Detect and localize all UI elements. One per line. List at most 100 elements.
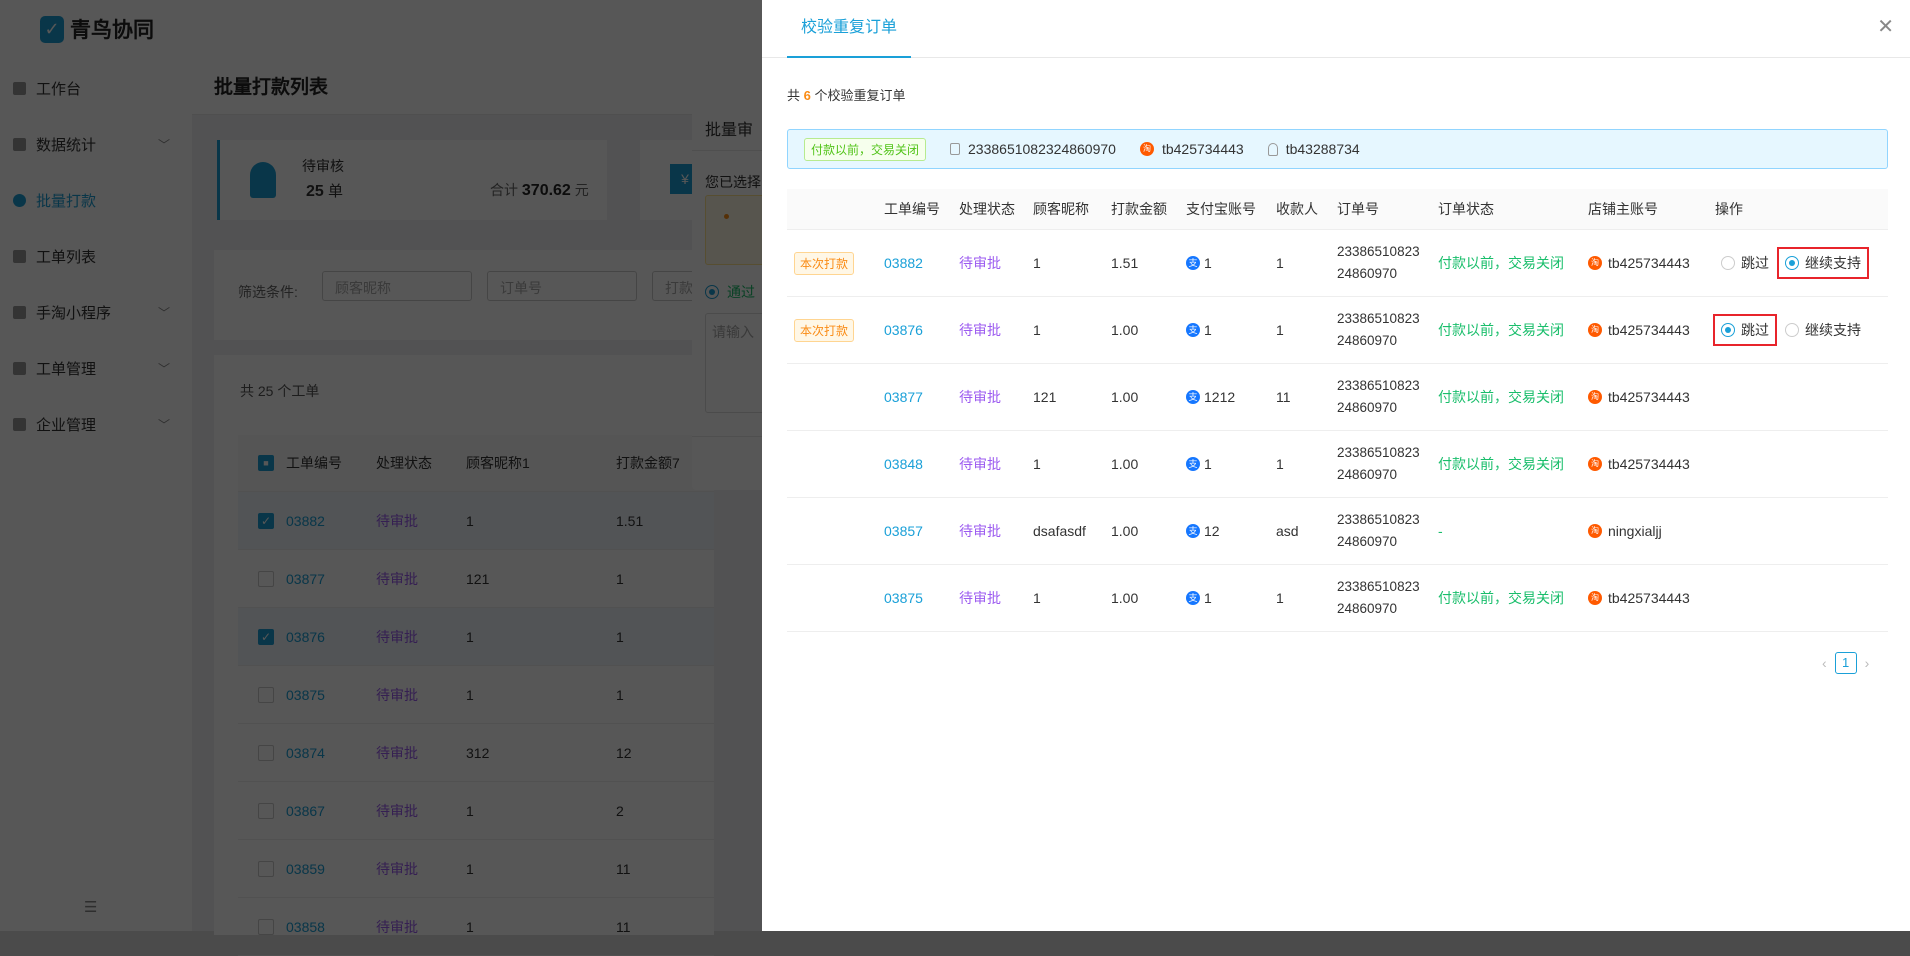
cell-amount: 11	[616, 860, 631, 877]
row-checkbox[interactable]: ✓	[258, 628, 274, 645]
cell-id[interactable]: 03875	[286, 687, 376, 703]
row-checkbox[interactable]: ✓	[258, 512, 274, 529]
cell-id[interactable]: 03858	[286, 919, 376, 935]
sidebar-item[interactable]: 企业管理 ﹀	[0, 404, 192, 444]
cell-nick: 121	[466, 570, 490, 587]
row-checkbox[interactable]	[258, 918, 274, 935]
shop-account: 淘 tb425734443	[1588, 431, 1690, 497]
table-row[interactable]: 03867 待审批 1 2	[238, 782, 714, 840]
work-order-id-text[interactable]: 03857	[884, 523, 923, 539]
payment-amount: 1.00	[1111, 498, 1138, 564]
approve-radio[interactable]: 通过	[705, 282, 755, 302]
row-checkbox[interactable]	[258, 686, 274, 703]
nickname-input[interactable]: 顾客昵称	[322, 271, 472, 301]
table-row[interactable]: 03875 待审批 1 1	[238, 666, 714, 724]
table-row[interactable]: ✓ 03882 待审批 1 1.51	[238, 492, 714, 550]
chevron-down-icon: ﹀	[157, 361, 170, 376]
order-number: 2338651082324860970	[1337, 297, 1427, 363]
cell-status: 待审批	[376, 744, 418, 761]
page-1-button[interactable]: 1	[1834, 652, 1857, 674]
work-order-id: 03857	[884, 498, 923, 564]
sidebar-item-label: 数据统计	[36, 136, 97, 154]
order-status: 付款以前，交易关闭	[1438, 297, 1564, 363]
skip-radio[interactable]: 跳过	[1713, 314, 1777, 346]
skip-radio[interactable]: 跳过	[1715, 249, 1775, 277]
order-number-text: 2338651082324860970	[1337, 244, 1420, 281]
menu-icon	[13, 137, 26, 151]
table-row: 本次打款 03876 待审批 1 1.00 支 1 1 2338651082324860970 付…	[787, 297, 1888, 364]
sidebar-item[interactable]: 工单列表	[0, 236, 192, 276]
table-row: 03875 待审批 1 1.00 支 1 1 2338651082324860970 付款以前，…	[787, 565, 1888, 632]
tag-cell: 本次打款	[794, 230, 855, 296]
next-page-button[interactable]: ›	[1865, 655, 1870, 671]
order-number-text: 2338651082324860970	[1337, 579, 1420, 616]
table-row[interactable]: 03858 待审批 1 11	[238, 898, 714, 956]
work-order-id-text[interactable]: 03882	[884, 255, 923, 271]
cell-amount: 1.51	[616, 512, 644, 529]
cell-id[interactable]: 03859	[286, 861, 376, 877]
table-row[interactable]: 03877 待审批 121 1	[238, 550, 714, 608]
menu-icon	[13, 249, 26, 263]
table-row[interactable]: ✓ 03876 待审批 1 1	[238, 608, 714, 666]
actions: 跳过 继续支持	[1713, 297, 1871, 363]
process-status: 待审批	[959, 297, 1001, 363]
user-clock-icon	[250, 162, 276, 198]
payment-amount: 1.00	[1111, 297, 1138, 363]
pending-review-card[interactable]: 待审核 25 单 合计 370.62 元	[217, 140, 607, 220]
cell-id[interactable]: 03877	[286, 571, 376, 587]
order-status-text: 付款以前，交易关闭	[1438, 389, 1564, 405]
calendar-icon	[950, 143, 961, 155]
row-checkbox[interactable]	[258, 860, 274, 877]
cell-amount: 2	[616, 802, 624, 819]
continue-radio[interactable]: 继续支持	[1777, 247, 1869, 279]
sidebar-item[interactable]: 工作台	[0, 68, 192, 108]
close-icon[interactable]: ✕	[1877, 14, 1894, 39]
taobao-icon: 淘	[1139, 142, 1154, 156]
work-order-id-text[interactable]: 03877	[884, 389, 923, 405]
cell-id[interactable]: 03867	[286, 803, 376, 819]
cell-status: 待审批	[376, 570, 418, 587]
table-row[interactable]: 03859 待审批 1 11	[238, 840, 714, 898]
cell-id[interactable]: 03876	[286, 629, 376, 645]
paid-card[interactable]: ¥	[640, 140, 700, 220]
sidebar-item[interactable]: 手淘小程序 ﹀	[0, 292, 192, 332]
row-checkbox[interactable]	[258, 744, 274, 761]
continue-radio[interactable]: 继续支持	[1779, 316, 1867, 344]
buyer-account: tb43288734	[1285, 141, 1360, 157]
cell-id[interactable]: 03874	[286, 745, 376, 761]
order-status-text: -	[1438, 523, 1443, 539]
work-order-id: 03848	[884, 431, 923, 497]
sidebar-item[interactable]: 批量打款	[0, 180, 192, 220]
shop-account: 淘 tb425734443	[1588, 565, 1690, 631]
payee: 1	[1276, 297, 1284, 363]
prev-page-button[interactable]: ‹	[1822, 655, 1827, 671]
column-header: 顾客昵称1	[466, 455, 530, 471]
row-checkbox[interactable]	[258, 802, 274, 819]
table-row[interactable]: 03874 待审批 312 12	[238, 724, 714, 782]
order-no-input[interactable]: 订单号	[487, 271, 637, 301]
row-checkbox[interactable]	[258, 570, 274, 587]
payee-text: 1	[1276, 322, 1284, 338]
work-order-id-text[interactable]: 03848	[884, 456, 923, 472]
column-header: 打款金额7	[616, 455, 680, 471]
collapse-menu-icon[interactable]: ☰	[84, 898, 97, 916]
select-all-checkbox[interactable]: ■	[258, 455, 274, 471]
process-status-text: 待审批	[959, 255, 1001, 271]
this-payment-tag: 本次打款	[794, 318, 855, 342]
sidebar-item[interactable]: 数据统计 ﹀	[0, 124, 192, 164]
cell-id[interactable]: 03882	[286, 513, 376, 529]
sidebar-item[interactable]: 工单管理 ﹀	[0, 348, 192, 388]
payee: 11	[1276, 364, 1291, 430]
column-header: 订单状态	[1438, 201, 1494, 217]
work-order-id: 03877	[884, 364, 923, 430]
cell-status: 待审批	[376, 918, 418, 935]
process-status: 待审批	[959, 498, 1001, 564]
tab-duplicate-orders[interactable]: 校验重复订单	[787, 0, 912, 58]
work-order-id-text[interactable]: 03875	[884, 590, 923, 606]
process-status-text: 待审批	[959, 456, 1001, 472]
payment-amount: 1.00	[1111, 431, 1138, 497]
payment-amount-text: 1.00	[1111, 456, 1139, 472]
radio-circle	[1785, 323, 1799, 337]
cell-nick: 1	[466, 628, 474, 645]
work-order-id-text[interactable]: 03876	[884, 322, 923, 338]
